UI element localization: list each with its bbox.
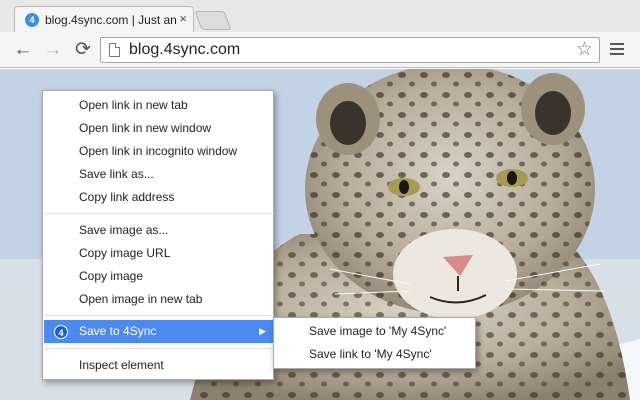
menu-copy-link-address[interactable]: Copy link address xyxy=(44,186,274,209)
context-menu: Open link in new tab Open link in new wi… xyxy=(42,90,274,380)
tab-title: blog.4sync.com | Just an xyxy=(45,13,177,27)
bookmark-star-icon[interactable]: ☆ xyxy=(576,39,593,61)
new-tab-button[interactable] xyxy=(194,11,232,30)
menu-open-image-new-tab[interactable]: Open image in new tab xyxy=(44,288,274,311)
menu-copy-image-url[interactable]: Copy image URL xyxy=(44,242,274,265)
tab-blog-4sync[interactable]: 4 blog.4sync.com | Just an × xyxy=(14,6,194,33)
submenu-save-image-to-my-4sync[interactable]: Save image to 'My 4Sync' xyxy=(275,320,476,343)
page-icon xyxy=(109,43,120,57)
menu-save-link-as[interactable]: Save link as... xyxy=(44,163,274,186)
submenu-arrow-icon: ▶ xyxy=(259,326,266,336)
address-bar[interactable]: blog.4sync.com ☆ xyxy=(100,37,600,63)
menu-open-link-new-window[interactable]: Open link in new window xyxy=(44,117,274,140)
menu-save-to-4sync[interactable]: 4 Save to 4Sync ▶ xyxy=(44,320,274,343)
menu-separator xyxy=(44,315,274,316)
hamburger-menu-icon[interactable] xyxy=(610,43,624,55)
menu-save-to-4sync-label: Save to 4Sync xyxy=(79,324,157,338)
tab-strip: 4 blog.4sync.com | Just an × xyxy=(0,0,640,33)
url-text[interactable]: blog.4sync.com xyxy=(129,41,240,59)
menu-separator xyxy=(44,348,274,349)
4sync-icon: 4 xyxy=(54,325,68,339)
save-to-4sync-submenu: Save image to 'My 4Sync' Save link to 'M… xyxy=(273,317,476,369)
browser-toolbar: ← → ⟳ blog.4sync.com ☆ xyxy=(0,32,640,68)
submenu-save-link-to-my-4sync[interactable]: Save link to 'My 4Sync' xyxy=(275,343,476,366)
back-arrow-icon[interactable]: ← xyxy=(12,39,34,61)
forward-arrow-icon[interactable]: → xyxy=(42,39,64,61)
menu-separator xyxy=(44,213,274,214)
menu-bar xyxy=(610,53,624,55)
menu-copy-image[interactable]: Copy image xyxy=(44,265,274,288)
4sync-favicon-icon: 4 xyxy=(25,13,39,27)
menu-save-image-as[interactable]: Save image as... xyxy=(44,219,274,242)
menu-inspect-element[interactable]: Inspect element xyxy=(44,354,274,377)
menu-bar xyxy=(610,48,624,50)
menu-open-link-incognito[interactable]: Open link in incognito window xyxy=(44,140,274,163)
menu-open-link-new-tab[interactable]: Open link in new tab xyxy=(44,94,274,117)
reload-icon[interactable]: ⟳ xyxy=(72,39,94,61)
tab-close-icon[interactable]: × xyxy=(177,12,189,26)
menu-bar xyxy=(610,43,624,45)
